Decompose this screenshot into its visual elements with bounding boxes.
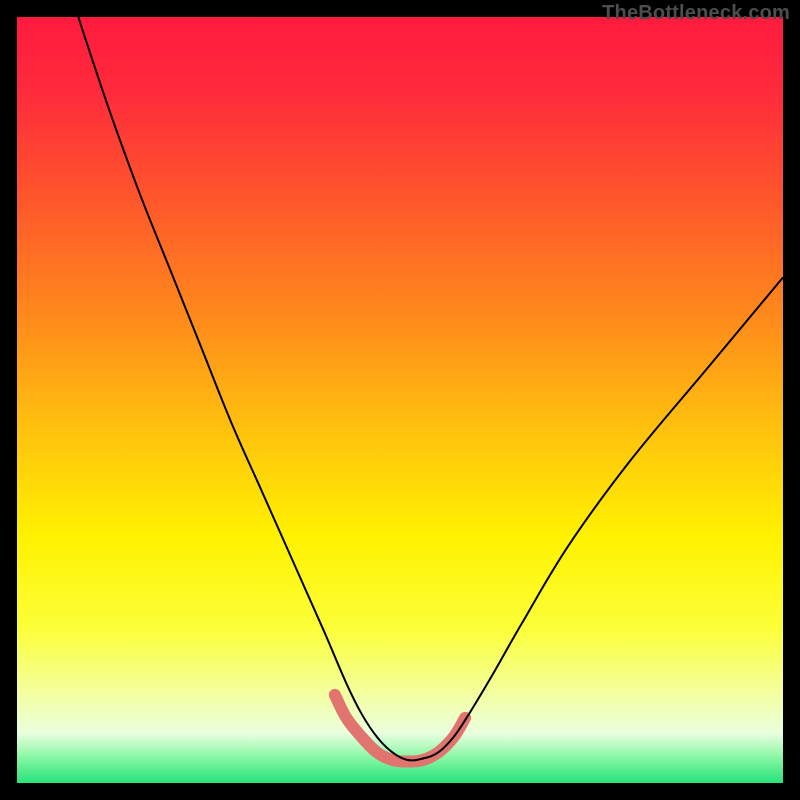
watermark-text: TheBottleneck.com [602,2,790,25]
bottleneck-chart [17,17,783,783]
gradient-background [17,17,783,783]
chart-frame: { "watermark": "TheBottleneck.com", "cha… [0,0,800,800]
